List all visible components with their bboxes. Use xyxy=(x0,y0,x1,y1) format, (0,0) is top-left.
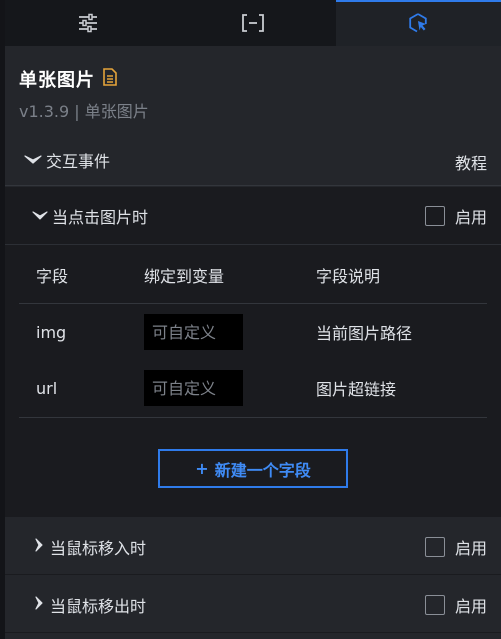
field-description: 当前图片路径 xyxy=(316,324,413,343)
document-icon[interactable] xyxy=(103,68,117,90)
tab-data[interactable] xyxy=(170,0,335,46)
on-click-event-panel: 当点击图片时 启用 字段 绑定到变量 字段说明 img 当前图片路径 url 图… xyxy=(5,187,501,517)
tab-style[interactable] xyxy=(5,0,170,46)
column-header-variable: 绑定到变量 xyxy=(144,266,225,286)
interaction-section-header[interactable]: 交互事件 教程 xyxy=(5,134,501,186)
chevron-right-icon xyxy=(35,537,43,556)
enable-toggle[interactable]: 启用 xyxy=(424,535,487,559)
component-title: 单张图片 xyxy=(19,70,95,91)
title-row: 单张图片 xyxy=(19,66,117,92)
column-header-description: 字段说明 xyxy=(316,266,381,286)
event-title: 当鼠标移出时 xyxy=(50,596,147,616)
field-name: url xyxy=(36,378,58,398)
enable-checkbox[interactable] xyxy=(424,205,445,226)
on-mouse-leave-event-header[interactable]: 当鼠标移出时 启用 xyxy=(5,577,501,633)
enable-checkbox[interactable] xyxy=(424,536,445,557)
event-title: 当点击图片时 xyxy=(52,207,149,227)
component-version: v1.3.9 | 单张图片 xyxy=(19,102,149,121)
table-row: url 图片超链接 xyxy=(19,360,487,416)
add-field-label: 新建一个字段 xyxy=(214,460,311,480)
sliders-icon xyxy=(77,13,99,33)
field-name: img xyxy=(36,322,67,342)
enable-label: 启用 xyxy=(454,538,487,558)
column-header-field: 字段 xyxy=(36,266,69,286)
config-tabs xyxy=(5,0,501,46)
table-header: 字段 绑定到变量 字段说明 xyxy=(19,246,487,304)
on-mouse-enter-event-header[interactable]: 当鼠标移入时 启用 xyxy=(5,519,501,575)
table-row: img 当前图片路径 xyxy=(19,304,487,360)
enable-label: 启用 xyxy=(454,596,487,616)
chevron-right-icon xyxy=(35,595,43,614)
event-title: 当鼠标移入时 xyxy=(50,538,147,558)
component-header: 单张图片 v1.3.9 | 单张图片 xyxy=(5,46,501,134)
variable-input[interactable] xyxy=(144,314,243,350)
chevron-down-icon xyxy=(32,206,48,225)
cursor-click-icon xyxy=(407,12,429,34)
enable-toggle[interactable]: 启用 xyxy=(424,204,487,228)
variable-input[interactable] xyxy=(144,370,243,406)
bracket-box-icon xyxy=(241,13,265,33)
fields-table: 字段 绑定到变量 字段说明 img 当前图片路径 url 图片超链接 xyxy=(19,246,487,418)
add-field-button[interactable]: + 新建一个字段 xyxy=(158,449,348,488)
enable-label: 启用 xyxy=(454,207,487,227)
section-label: 交互事件 xyxy=(46,151,111,171)
plus-icon: + xyxy=(195,459,209,478)
enable-toggle[interactable]: 启用 xyxy=(424,593,487,617)
table-divider xyxy=(19,417,487,418)
enable-checkbox[interactable] xyxy=(424,594,445,615)
chevron-down-icon xyxy=(24,150,42,169)
tab-interaction[interactable] xyxy=(335,0,501,46)
tutorial-link[interactable]: 教程 xyxy=(455,150,487,174)
field-description: 图片超链接 xyxy=(316,380,397,399)
on-click-event-header[interactable]: 当点击图片时 启用 xyxy=(5,187,501,245)
